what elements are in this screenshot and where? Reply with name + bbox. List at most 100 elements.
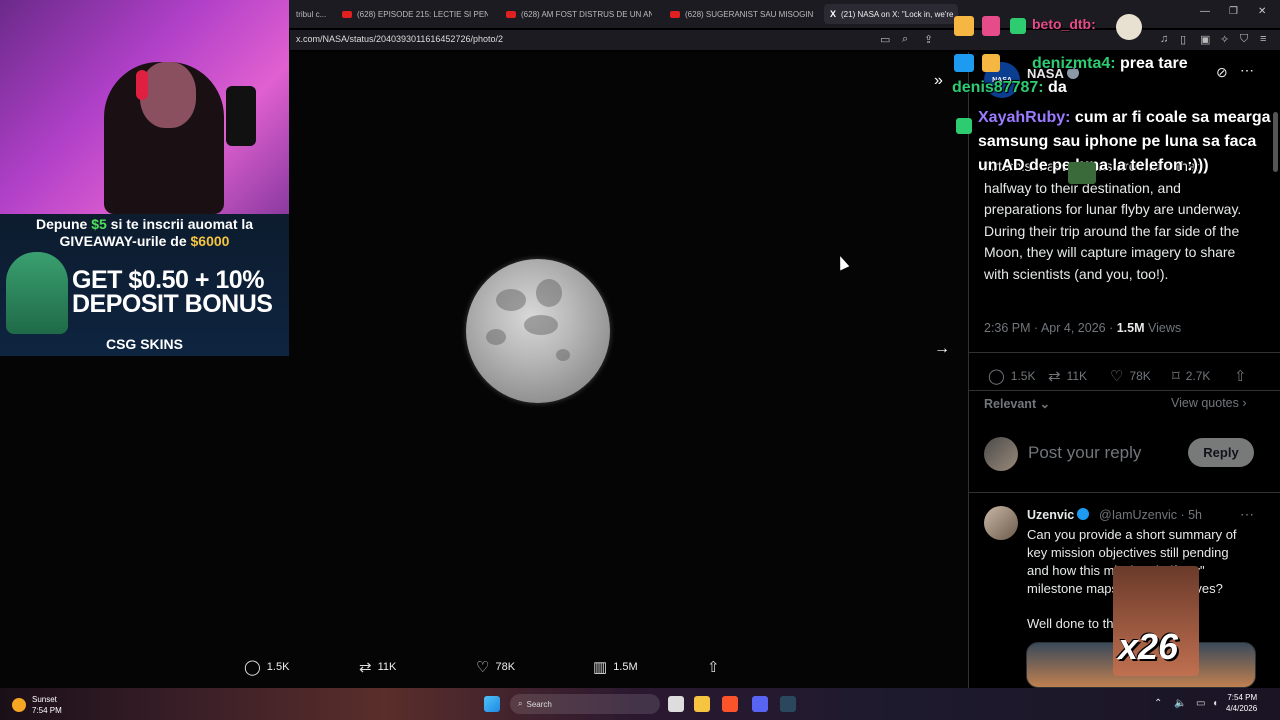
tab-1[interactable]: tribul c... [290,4,332,24]
close-icon[interactable]: ✕ [1258,6,1266,17]
clock-date: 4/4/2026 [1226,704,1258,713]
repost-action[interactable]: ⇄ 11K [359,658,396,676]
repost-count: 11K [377,661,397,673]
chat-message: denizmta4: prea tare [952,52,1272,76]
youtube-icon [670,10,680,18]
collapse-panel-icon[interactable]: » [934,72,943,90]
moon-crater [524,315,558,335]
promo-big-line1: GET $0.50 + 10% [72,266,264,294]
my-avatar[interactable] [984,437,1018,471]
reply-author[interactable]: Uzenvic [1027,508,1090,522]
more-options-icon[interactable]: ⋯ [1240,506,1254,523]
wallet-icon[interactable]: ▣ [1200,33,1210,46]
upload-icon: ⇧ [1234,368,1247,385]
windows-start-icon[interactable] [484,696,500,712]
tweet-views-label: Views [1144,321,1182,335]
youtube-icon [342,10,352,18]
tweet-repost-button[interactable]: ⇄ 11K [1048,367,1087,385]
clock-time: 7:54 PM [1227,693,1258,702]
weather-time: 7:54 PM [32,706,62,715]
tab-2-label: (628) EPISODE 215: LECTIE SI PENTRU [357,9,488,19]
tab-1-label: tribul c... [296,9,327,19]
tweet-time[interactable]: 2:36 PM · Apr 4, 2026 · [984,321,1117,335]
file-explorer-icon[interactable] [694,696,710,712]
reply-action[interactable]: ◯ 1.5K [244,658,289,676]
extension-icon[interactable]: ✧ [1220,33,1229,46]
brave-browser-icon[interactable] [722,696,738,712]
bar-chart-icon: ▥ [593,659,608,676]
promo-line2: GIVEAWAY-urile de [59,233,191,249]
repost-icon: ⇄ [1048,368,1061,385]
views-action[interactable]: ▥ 1.5M [593,658,638,676]
share-action[interactable]: ⇧ [707,658,720,676]
bookmark-icon: ⌑ [1172,368,1180,385]
tweet-repost-count: 11K [1066,369,1088,383]
microphone-icon [226,86,256,146]
reply-text-2: Well done to th... [1027,616,1125,631]
tray-chevron-icon[interactable]: ⌃ [1154,698,1162,709]
pepe-emote-icon [1068,162,1096,184]
photo-actions-bar: ◯ 1.5K ⇄ 11K ♡ 78K ▥ 1.5M ⇧ [0,652,968,682]
tweet-reply-button[interactable]: ◯ 1.5K [988,367,1035,385]
menu-icon[interactable]: ≡ [1260,33,1266,45]
reply-button[interactable]: Reply [1188,438,1254,467]
shield-icon[interactable]: ⛉ [1240,33,1248,46]
taskbar-search[interactable]: ⌕ Search [510,694,660,714]
heart-icon: ♡ [476,659,490,676]
tab-active[interactable]: X (21) NASA on X: "Lock in, we're [824,4,958,24]
sun-icon [12,698,26,712]
heart-icon: ♡ [1110,368,1124,385]
search-label: Search [526,699,552,709]
speaker-icon[interactable]: 🔈 [1174,698,1186,709]
minimize-icon[interactable]: — [1200,6,1210,17]
reply-input[interactable]: Post your reply [1028,443,1141,463]
tweet-like-button[interactable]: ♡ 78K [1110,367,1151,385]
task-view-icon[interactable] [668,696,684,712]
view-quotes-label: View quotes [1171,396,1239,410]
tab-4-label: (628) SUGERANIST SAU MISOGIN? | [685,9,814,19]
sidebar-icon[interactable]: ▯ [1180,33,1186,46]
network-icon[interactable]: ▭ [1196,698,1205,709]
tab-2[interactable]: (628) EPISODE 215: LECTIE SI PENTRU [336,4,488,24]
tweet-reply-count: 1.5K [1010,369,1036,383]
chat-user: XayahRuby: [978,109,1071,126]
chat-user: denis87787: [952,79,1044,96]
tab-4[interactable]: (628) SUGERANIST SAU MISOGIN? | [664,4,814,24]
promo-amount1: $5 [91,216,107,232]
moon-photo[interactable] [466,259,610,403]
maximize-icon[interactable]: ❐ [1229,6,1238,17]
share-icon[interactable]: ⇪ [924,33,933,46]
tweet-bookmark-button[interactable]: ⌑ 2.7K [1172,367,1210,385]
like-action[interactable]: ♡ 78K [476,658,515,676]
comment-icon: ◯ [988,368,1005,385]
reply-handle[interactable]: @IamUzenvic · 5h [1099,508,1202,522]
tab-3[interactable]: (628) AM FOST DISTRUS DE UN ANT [500,4,652,24]
scrollbar[interactable] [1273,112,1278,172]
volume-icon[interactable]: ◖ [1212,698,1218,709]
view-quotes-link[interactable]: View quotes › [1171,396,1247,410]
screen: tribul c... (628) EPISODE 215: LECTIE SI… [0,0,1280,720]
discord-icon[interactable] [752,696,768,712]
url-text[interactable]: x.com/NASA/status/2040393011616452726/ph… [296,34,503,44]
zoom-icon[interactable]: ⌕ [902,33,908,46]
sort-dropdown[interactable]: Relevant ⌄ [984,396,1050,411]
x-logo-icon: X [830,9,837,19]
music-icon[interactable]: ♫ [1160,33,1168,45]
tweet-share-button[interactable]: ⇧ [1234,367,1247,385]
promo-amount2: $6000 [190,233,230,249]
comment-icon: ◯ [244,659,261,676]
reply-count: 1.5K [266,661,290,673]
reader-icon[interactable]: ▭ [880,33,890,46]
sort-label: Relevant [984,397,1037,411]
system-clock[interactable]: 7:54 PM 4/4/2026 [1226,692,1257,714]
promo-banner: Depune $5 si te inscrii auomat la GIVEAW… [0,214,289,356]
reply-avatar[interactable] [984,506,1018,540]
promo-brand: CSG SKINS [105,336,183,352]
weather-widget[interactable]: Sunset 7:54 PM [12,694,62,716]
chat-message: XayahRuby: cum ar fi coale sa mearga sam… [952,106,1272,178]
next-photo-icon[interactable]: → [934,340,950,358]
steam-icon[interactable] [780,696,796,712]
promo-line1b: si te inscrii auomat la [106,216,254,232]
chat-text: da [1043,79,1067,96]
moon-crater [486,329,506,345]
